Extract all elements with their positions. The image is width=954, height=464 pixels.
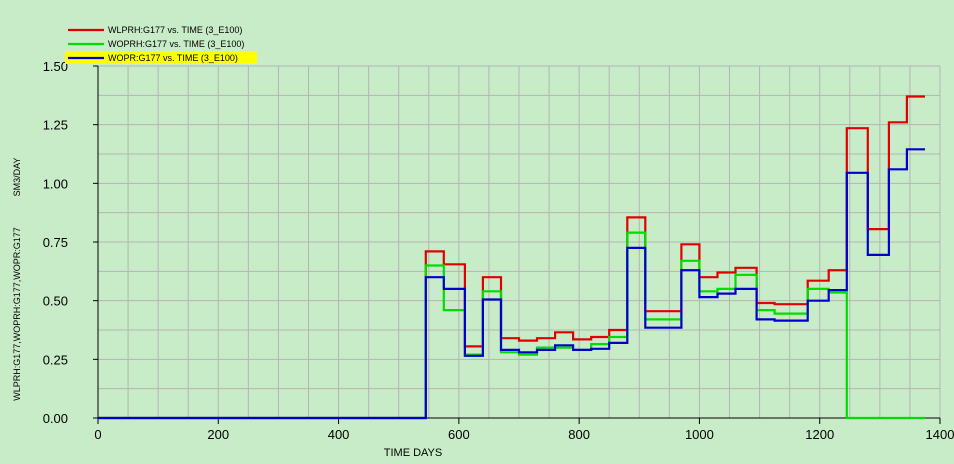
legend-label: WOPR:G177 vs. TIME (3_E100) xyxy=(108,53,238,63)
y-tick-label: 0.25 xyxy=(43,352,68,367)
y-tick-label: 1.50 xyxy=(43,59,68,74)
x-tick-label: 400 xyxy=(328,427,350,442)
y-tick-label: 0.50 xyxy=(43,294,68,309)
y-axis-title: WLPRH:G177,WOPRH:G177,WOPR:G177 xyxy=(12,227,22,401)
y-axis-unit: SM3/DAY xyxy=(12,158,22,197)
y-tick-label: 0.75 xyxy=(43,235,68,250)
line-chart: 0 200 400 600 800 1000 1200 1400 0.00 0.25 0.50 0.7… xyxy=(0,0,954,464)
legend-label: WOPRH:G177 vs. TIME (3_E100) xyxy=(108,39,244,49)
x-axis-title: TIME DAYS xyxy=(384,447,442,459)
y-tick-label: 0.00 xyxy=(43,411,68,426)
x-tick-label: 600 xyxy=(448,427,470,442)
x-tick-label: 1400 xyxy=(926,427,954,442)
x-tick-label: 1200 xyxy=(805,427,834,442)
y-tick-label: 1.25 xyxy=(43,118,68,133)
y-tick-label: 1.00 xyxy=(43,176,68,191)
x-tick-label: 0 xyxy=(94,427,101,442)
legend-label: WLPRH:G177 vs. TIME (3_E100) xyxy=(108,25,242,35)
chart-background xyxy=(0,0,954,464)
x-tick-label: 800 xyxy=(568,427,590,442)
x-tick-label: 1000 xyxy=(685,427,714,442)
legend: WLPRH:G177 vs. TIME (3_E100) WOPRH:G177 v… xyxy=(65,25,257,64)
chart-container: 0 200 400 600 800 1000 1200 1400 0.00 0.25 0.50 0.7… xyxy=(0,0,954,464)
x-tick-label: 200 xyxy=(207,427,229,442)
